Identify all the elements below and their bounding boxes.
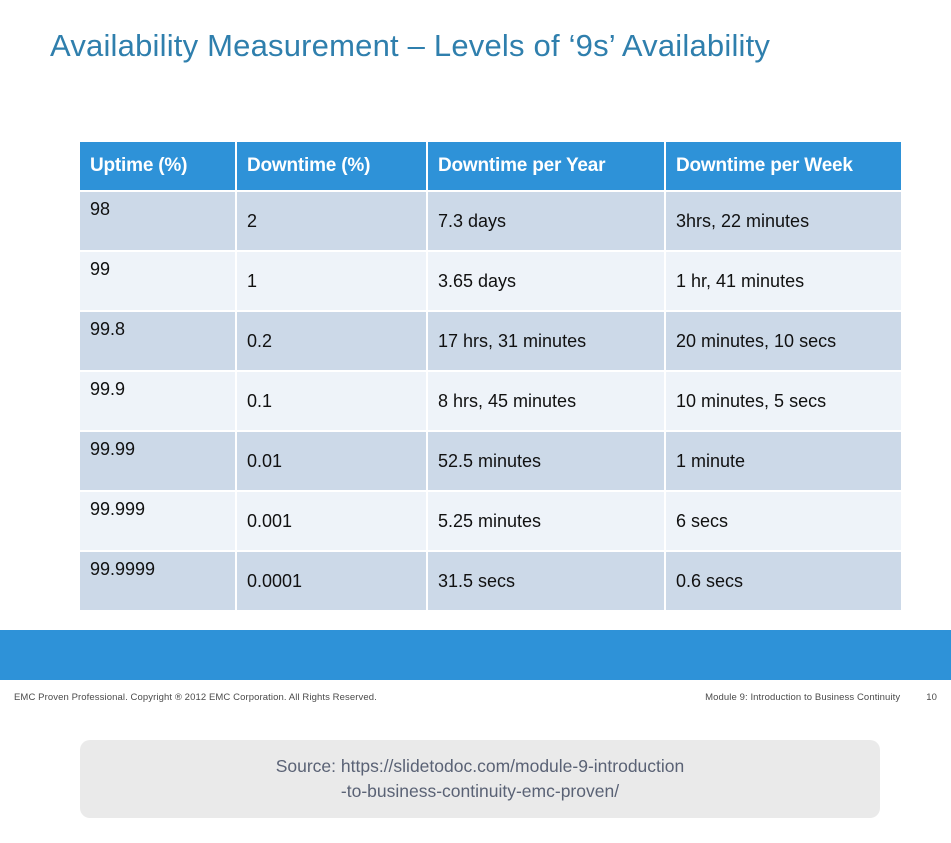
table-header-row: Uptime (%) Downtime (%) Downtime per Yea… [80,142,901,190]
cell-uptime: 99.9999 [80,552,235,610]
table-body: 98 2 7.3 days 3hrs, 22 minutes 99 1 3.65… [80,192,901,610]
source-line-2: -to-business-continuity-emc-proven/ [340,781,620,801]
column-header-downtime-per-year: Downtime per Year [428,142,664,190]
cell-downtime-per-year: 7.3 days [428,192,664,250]
footer-meta: Module 9: Introduction to Business Conti… [705,692,937,703]
module-label: Module 9: Introduction to Business Conti… [705,692,901,703]
table-row: 99.9 0.1 8 hrs, 45 minutes 10 minutes, 5… [80,372,901,430]
cell-downtime-per-year: 8 hrs, 45 minutes [428,372,664,430]
cell-uptime: 99.8 [80,312,235,370]
cell-downtime-per-week: 10 minutes, 5 secs [666,372,901,430]
cell-downtime-per-year: 17 hrs, 31 minutes [428,312,664,370]
cell-downtime-pct: 0.2 [237,312,426,370]
cell-uptime: 98 [80,192,235,250]
cell-downtime-per-week: 1 hr, 41 minutes [666,252,901,310]
cell-downtime-pct: 0.0001 [237,552,426,610]
availability-table-container: Uptime (%) Downtime (%) Downtime per Yea… [80,142,901,610]
cell-downtime-per-week: 1 minute [666,432,901,490]
cell-uptime: 99.999 [80,492,235,550]
page-title: Availability Measurement – Levels of ‘9s… [50,28,771,63]
table-row: 98 2 7.3 days 3hrs, 22 minutes [80,192,901,250]
source-line-1: Source: https://slidetodoc.com/module-9-… [275,755,685,776]
cell-downtime-per-year: 3.65 days [428,252,664,310]
cell-downtime-pct: 2 [237,192,426,250]
cell-downtime-per-week: 20 minutes, 10 secs [666,312,901,370]
table-row: 99.9999 0.0001 31.5 secs 0.6 secs [80,552,901,610]
cell-downtime-per-year: 31.5 secs [428,552,664,610]
table-row: 99.99 0.01 52.5 minutes 1 minute [80,432,901,490]
column-header-downtime-per-week: Downtime per Week [666,142,901,190]
cell-downtime-per-year: 52.5 minutes [428,432,664,490]
source-text: Source: https://slidetodoc.com/module-9-… [276,754,685,805]
cell-downtime-per-year: 5.25 minutes [428,492,664,550]
table-row: 99 1 3.65 days 1 hr, 41 minutes [80,252,901,310]
cell-downtime-pct: 0.1 [237,372,426,430]
cell-downtime-per-week: 3hrs, 22 minutes [666,192,901,250]
cell-downtime-pct: 0.01 [237,432,426,490]
page-number: 10 [926,692,937,703]
cell-uptime: 99.9 [80,372,235,430]
source-attribution-box: Source: https://slidetodoc.com/module-9-… [80,740,880,818]
column-header-uptime: Uptime (%) [80,142,235,190]
cell-uptime: 99 [80,252,235,310]
copyright-notice: EMC Proven Professional. Copyright ® 201… [14,692,377,703]
table-header: Uptime (%) Downtime (%) Downtime per Yea… [80,142,901,190]
column-header-downtime-pct: Downtime (%) [237,142,426,190]
cell-downtime-pct: 1 [237,252,426,310]
cell-downtime-per-week: 0.6 secs [666,552,901,610]
footer-accent-band [0,630,951,680]
availability-table: Uptime (%) Downtime (%) Downtime per Yea… [78,140,903,612]
table-row: 99.999 0.001 5.25 minutes 6 secs [80,492,901,550]
cell-uptime: 99.99 [80,432,235,490]
table-row: 99.8 0.2 17 hrs, 31 minutes 20 minutes, … [80,312,901,370]
cell-downtime-per-week: 6 secs [666,492,901,550]
cell-downtime-pct: 0.001 [237,492,426,550]
